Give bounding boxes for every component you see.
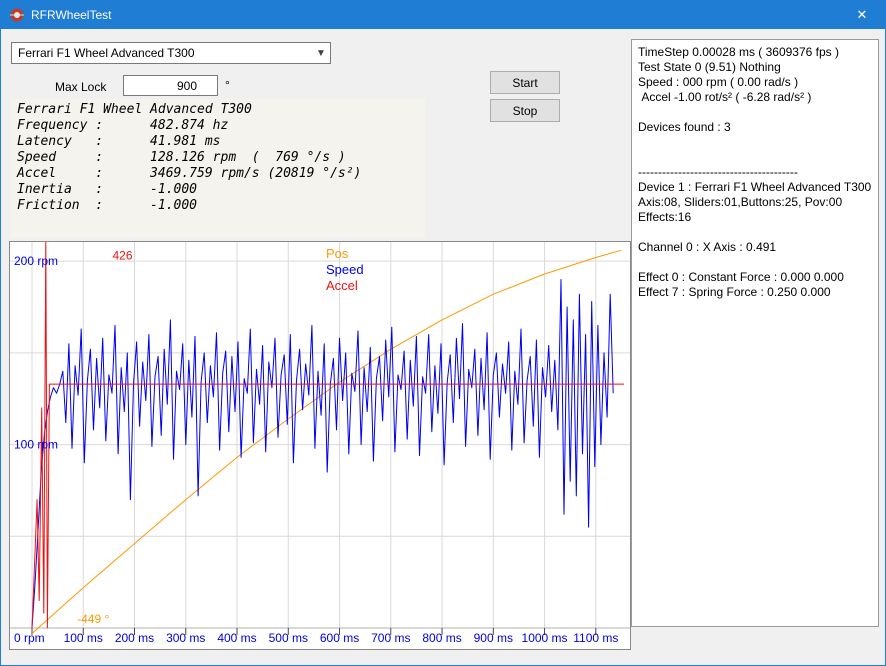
series-accel — [32, 242, 624, 628]
max-lock-label: Max Lock — [55, 80, 106, 94]
status-line: Effects:16 — [638, 210, 872, 225]
stop-button[interactable]: Stop — [490, 99, 560, 122]
series-speed — [32, 280, 613, 629]
x-axis-label: 1000 ms — [522, 631, 568, 645]
status-line: ---------------------------------------- — [638, 165, 872, 180]
info-line: Latency : 41.981 ms — [17, 134, 419, 150]
close-button[interactable]: ✕ — [839, 1, 885, 29]
status-line: Test State 0 (9.51) Nothing — [638, 60, 872, 75]
status-line: Axis:08, Sliders:01,Buttons:25, Pov:00 — [638, 195, 872, 210]
info-line: Accel : 3469.759 rpm/s (20819 °/s²) — [17, 166, 419, 182]
y-axis-label: 100 rpm — [14, 438, 58, 452]
legend-speed: Speed — [326, 262, 364, 277]
legend-accel: Accel — [326, 278, 358, 293]
info-line: Friction : -1.000 — [17, 198, 419, 214]
info-line: Frequency : 482.874 hz — [17, 118, 419, 134]
chart-svg: 200 rpm 100 rpm 0 rpm 100 ms 200 ms 300 ms 400… — [10, 242, 630, 649]
chevron-down-icon: ▼ — [312, 48, 330, 59]
status-line: Devices found : 3 — [638, 120, 872, 135]
info-line: Inertia : -1.000 — [17, 182, 419, 198]
y-axis-label: 200 rpm — [14, 254, 58, 268]
close-icon: ✕ — [857, 7, 868, 23]
window-title: RFRWheelTest — [31, 8, 111, 22]
status-line — [638, 225, 872, 240]
status-line: Device 1 : Ferrari F1 Wheel Advanced T30… — [638, 180, 872, 195]
legend-pos: Pos — [326, 246, 349, 261]
info-line: Ferrari F1 Wheel Advanced T300 — [17, 102, 419, 118]
status-line: Effect 0 : Constant Force : 0.000 0.000 — [638, 270, 872, 285]
status-line — [638, 105, 872, 120]
status-panel: TimeStep 0.00028 ms ( 3609376 fps )Test … — [631, 39, 879, 627]
status-line — [638, 150, 872, 165]
degree-symbol: ° — [225, 78, 230, 92]
x-axis-label: 300 ms — [166, 631, 205, 645]
x-axis-label: 700 ms — [371, 631, 410, 645]
x-axis-label: 1100 ms — [573, 631, 618, 645]
status-line: Effect 7 : Spring Force : 0.250 0.000 — [638, 285, 872, 300]
status-line — [638, 255, 872, 270]
x-axis-label: 900 ms — [474, 631, 513, 645]
app-icon — [9, 7, 25, 23]
info-line: Speed : 128.126 rpm ( 769 °/s ) — [17, 150, 419, 166]
chart-area: 200 rpm 100 rpm 0 rpm 100 ms 200 ms 300 ms 400… — [9, 241, 631, 650]
status-line — [638, 135, 872, 150]
status-line: Channel 0 : X Axis : 0.491 — [638, 240, 872, 255]
x-axis-label: 0 rpm — [14, 631, 45, 645]
chart-annotation: 426 — [112, 249, 132, 263]
x-axis-label: 400 ms — [217, 631, 256, 645]
device-select-value: Ferrari F1 Wheel Advanced T300 — [18, 46, 195, 60]
title-bar: RFRWheelTest ✕ — [1, 1, 885, 29]
chart-annotation: -449 ° — [77, 612, 109, 626]
status-line: Speed : 000 rpm ( 0.00 rad/s ) — [638, 75, 872, 90]
x-axis-label: 500 ms — [269, 631, 308, 645]
start-button[interactable]: Start — [490, 71, 560, 94]
x-axis-label: 800 ms — [422, 631, 461, 645]
x-axis-label: 600 ms — [320, 631, 359, 645]
x-axis-label: 100 ms — [64, 631, 103, 645]
x-axis-label: 200 ms — [115, 631, 154, 645]
info-block: Ferrari F1 Wheel Advanced T300Frequency … — [11, 99, 425, 238]
max-lock-input[interactable] — [123, 75, 218, 96]
app-window: RFRWheelTest ✕ Ferrari F1 Wheel Advanced… — [0, 0, 886, 666]
device-select[interactable]: Ferrari F1 Wheel Advanced T300 ▼ — [11, 42, 331, 64]
status-line: TimeStep 0.00028 ms ( 3609376 fps ) — [638, 45, 872, 60]
status-line: Accel -1.00 rot/s² ( -6.28 rad/s² ) — [638, 90, 872, 105]
